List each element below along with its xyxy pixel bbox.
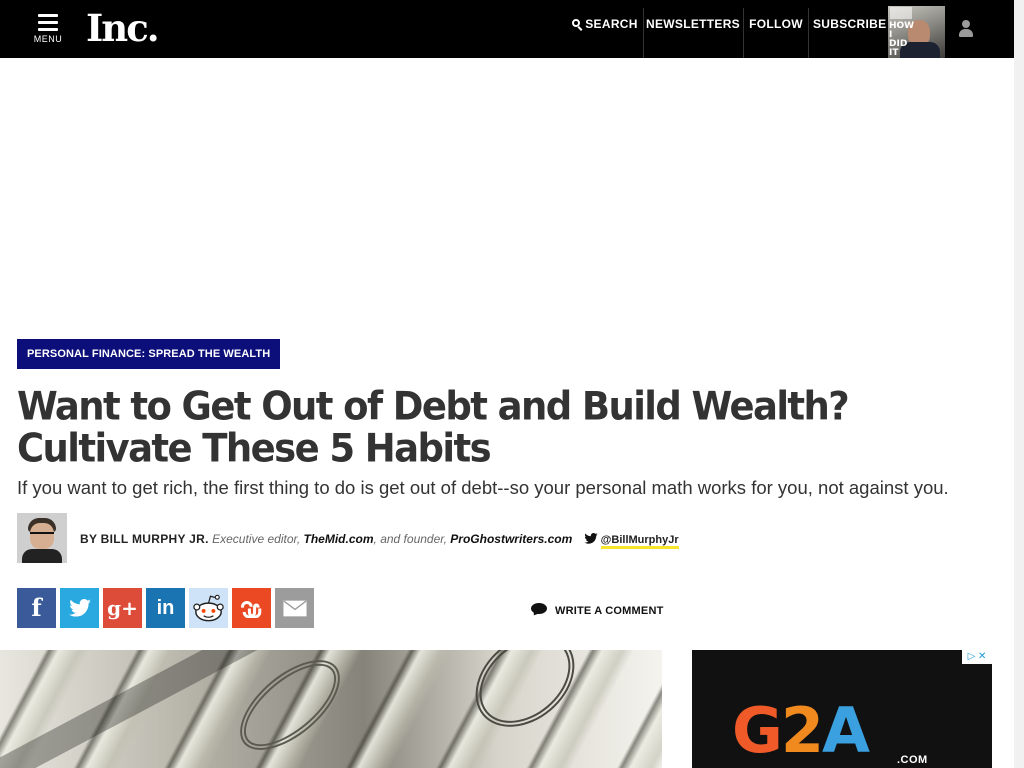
author-role-middle: , and founder, bbox=[373, 532, 447, 546]
inc-logo[interactable]: Inc. bbox=[86, 6, 160, 50]
adchoices-icon[interactable]: ▷ ✕ bbox=[962, 650, 992, 664]
author-role-prefix: Executive editor, bbox=[212, 532, 301, 546]
ad-logo-a: A bbox=[822, 694, 870, 767]
share-reddit-button[interactable] bbox=[189, 588, 228, 628]
share-googleplus-button[interactable]: g+ bbox=[103, 588, 142, 628]
share-linkedin-button[interactable]: in bbox=[146, 588, 185, 628]
facebook-icon: f bbox=[31, 593, 42, 622]
write-comment-link[interactable]: WRITE A COMMENT bbox=[531, 601, 664, 618]
category-tag[interactable]: PERSONAL FINANCE: SPREAD THE WEALTH bbox=[17, 339, 281, 369]
search-icon bbox=[572, 19, 583, 31]
nav-follow-link[interactable]: FOLLOW bbox=[748, 0, 804, 58]
googleplus-icon: g+ bbox=[107, 596, 138, 620]
ad-g2a-logo: G2A bbox=[732, 700, 870, 762]
hamburger-icon bbox=[38, 14, 58, 35]
share-stumbleupon-button[interactable] bbox=[232, 588, 271, 628]
magazine-cover-thumbnail[interactable]: HOW I DID IT bbox=[888, 6, 945, 58]
nav-divider bbox=[743, 8, 744, 58]
ad-logo-domain: .COM bbox=[897, 754, 928, 766]
author-avatar[interactable] bbox=[17, 513, 67, 563]
stumbleupon-icon bbox=[240, 600, 261, 619]
ad-logo-g: G bbox=[732, 694, 783, 767]
nav-subscribe-link[interactable]: SUBSCRIBE bbox=[813, 0, 886, 58]
reddit-alien-icon bbox=[193, 594, 224, 622]
linkedin-icon: in bbox=[156, 597, 175, 619]
comment-bubble-icon bbox=[531, 603, 547, 618]
magazine-cover-logo bbox=[890, 7, 912, 19]
nav-search-label: SEARCH bbox=[585, 17, 638, 31]
menu-button[interactable]: MENU bbox=[30, 12, 66, 46]
share-facebook-button[interactable]: f bbox=[17, 588, 56, 628]
nav-search-link[interactable]: SEARCH bbox=[572, 0, 638, 58]
author-twitter-handle[interactable]: @BillMurphyJr bbox=[600, 534, 679, 549]
twitter-icon bbox=[68, 599, 91, 617]
magazine-cover-text: HOW I DID IT bbox=[889, 21, 915, 58]
article-headline: Want to Get Out of Debt and Build Wealth… bbox=[17, 383, 850, 472]
lead-image-money bbox=[0, 650, 662, 768]
author-site-link-1[interactable]: TheMid.com bbox=[304, 532, 374, 546]
nav-divider bbox=[808, 8, 809, 58]
byline: BY BILL MURPHY JR. Executive editor, The… bbox=[80, 531, 700, 549]
share-email-button[interactable] bbox=[275, 588, 314, 628]
email-envelope-icon bbox=[282, 600, 307, 617]
nav-newsletters-link[interactable]: NEWSLETTERS bbox=[646, 0, 740, 58]
author-site-link-2[interactable]: ProGhostwriters.com bbox=[450, 532, 572, 546]
author-name[interactable]: BY BILL MURPHY JR. bbox=[80, 532, 209, 546]
sidebar-advertisement[interactable]: ▷ ✕ G2A .COM bbox=[692, 650, 992, 768]
article-dek: If you want to get rich, the first thing… bbox=[17, 477, 949, 498]
ad-logo-2: 2 bbox=[780, 694, 824, 767]
share-twitter-button[interactable] bbox=[60, 588, 99, 628]
twitter-bird-icon bbox=[584, 533, 598, 544]
top-navigation-bar: MENU Inc. SEARCH NEWSLETTERS FOLLOW SUBS… bbox=[0, 0, 1014, 58]
nav-divider bbox=[643, 8, 644, 58]
menu-label: MENU bbox=[33, 34, 63, 44]
user-account-icon[interactable] bbox=[958, 20, 974, 38]
write-comment-label: WRITE A COMMENT bbox=[555, 605, 664, 617]
scrollbar-track[interactable] bbox=[1014, 0, 1024, 768]
